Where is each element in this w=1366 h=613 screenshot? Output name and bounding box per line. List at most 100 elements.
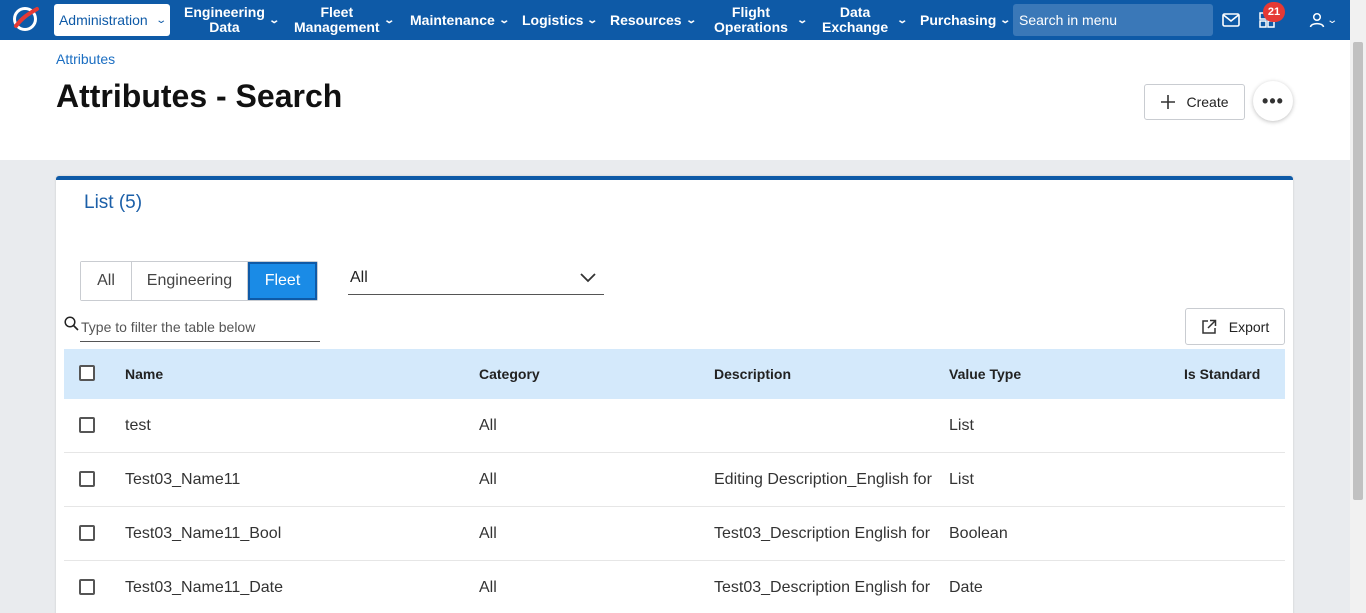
table-header-row: Name Category Description Value Type Is … [64, 349, 1285, 399]
cell-category: All [479, 416, 497, 434]
menu-search-input[interactable]: Search in menu [1013, 4, 1213, 36]
chevron-down-icon: ⌄ [796, 14, 808, 26]
nav-item-line1: Purchasing [920, 11, 997, 28]
segment-fleet[interactable]: Fleet [248, 262, 317, 300]
cell-value-type: List [949, 470, 974, 488]
table-row[interactable]: test All List [64, 399, 1285, 453]
user-icon [1310, 12, 1325, 28]
page-scrollbar[interactable] [1350, 0, 1366, 613]
nav-flight-operations-menu[interactable]: Flight Operations ⌄ [714, 0, 808, 40]
page-title: Attributes - Search [56, 78, 343, 114]
cell-category: All [479, 578, 497, 596]
cell-value-type: Boolean [949, 524, 1008, 542]
chevron-down-icon: ⌄ [498, 14, 510, 26]
nav-item-line2: Data [209, 19, 240, 35]
filter-input[interactable] [81, 319, 319, 335]
attributes-table: Name Category Description Value Type Is … [64, 349, 1285, 613]
cell-is-standard [1184, 561, 1284, 613]
cell-description: Editing Description_English for [714, 470, 932, 488]
cell-is-standard [1184, 399, 1284, 452]
row-checkbox[interactable] [79, 525, 95, 541]
top-nav-bar: Administration ⌄ Engineering Data ⌄ Fleet… [0, 0, 1350, 40]
column-header-is-standard[interactable]: Is Standard [1184, 349, 1260, 399]
notification-badge: 21 [1263, 2, 1285, 22]
breadcrumb[interactable]: Attributes [56, 51, 115, 67]
nav-engineering-data-menu[interactable]: Engineering Data ⌄ [184, 0, 280, 40]
cell-is-standard [1184, 507, 1284, 560]
scrollbar-thumb[interactable] [1353, 42, 1363, 500]
search-icon [64, 316, 79, 336]
chevron-down-icon: ⌄ [154, 14, 167, 26]
table-row[interactable]: Test03_Name11 All Editing Description_En… [64, 453, 1285, 507]
cell-name: Test03_Name11 [125, 470, 241, 488]
export-button-label: Export [1228, 318, 1270, 335]
column-header-description[interactable]: Description [714, 349, 791, 399]
more-options-button[interactable]: ••• [1253, 81, 1293, 121]
plus-icon [1161, 95, 1176, 109]
category-dropdown[interactable]: All [348, 262, 604, 295]
row-checkbox[interactable] [79, 417, 95, 433]
cell-value-type: List [949, 416, 974, 434]
cell-value-type: Date [949, 578, 983, 596]
nav-item-line2: Management [294, 19, 380, 35]
select-all-checkbox[interactable] [79, 365, 95, 381]
nav-resources-menu[interactable]: Resources ⌄ [610, 0, 697, 40]
cell-is-standard [1184, 453, 1284, 506]
chevron-down-icon: ⌄ [999, 14, 1012, 26]
nav-administration-menu[interactable]: Administration ⌄ [54, 4, 170, 36]
nav-item-line2: Operations [714, 19, 788, 35]
cell-description [714, 399, 934, 452]
create-button-label: Create [1186, 94, 1229, 110]
nav-fleet-management-menu[interactable]: Fleet Management ⌄ [294, 0, 395, 40]
chevron-down-icon: ⌄ [268, 14, 280, 26]
row-checkbox[interactable] [79, 471, 95, 487]
chevron-down-icon: ⌄ [382, 14, 395, 26]
segment-all[interactable]: All [81, 262, 132, 300]
cell-name: test [125, 416, 151, 434]
column-header-category[interactable]: Category [479, 349, 540, 399]
external-link-icon [1202, 319, 1217, 334]
nav-maintenance-menu[interactable]: Maintenance ⌄ [410, 0, 510, 40]
cell-description: Test03_Description English for t [714, 524, 934, 542]
chevron-down-icon: ⌄ [896, 14, 909, 26]
app-logo-icon[interactable] [10, 4, 40, 34]
nav-item-line2: Exchange [822, 19, 889, 35]
nav-item-line1: Flight [731, 4, 770, 20]
mail-icon[interactable] [1219, 8, 1243, 32]
chevron-down-icon: ⌄ [586, 14, 599, 26]
nav-logistics-menu[interactable]: Logistics ⌄ [522, 0, 599, 40]
page-header: Attributes Attributes - Search Create ••… [0, 40, 1350, 160]
export-button[interactable]: Export [1185, 308, 1285, 345]
nav-item-line1: Fleet [320, 4, 354, 20]
row-checkbox[interactable] [79, 579, 95, 595]
menu-search-placeholder: Search in menu [1019, 12, 1118, 28]
table-row[interactable]: Test03_Name11_Bool All Test03_Descriptio… [64, 507, 1285, 561]
nav-purchasing-menu[interactable]: Purchasing ⌄ [920, 0, 1012, 40]
nav-item-line1: Resources [610, 11, 682, 28]
column-header-value-type[interactable]: Value Type [949, 349, 1021, 399]
table-filter [64, 313, 320, 342]
nav-data-exchange-menu[interactable]: Data Exchange ⌄ [822, 0, 909, 40]
cell-description: Test03_Description English for t [714, 578, 934, 596]
chevron-down-icon: ⌄ [684, 14, 697, 26]
table-row[interactable]: Test03_Name11_Date All Test03_Descriptio… [64, 561, 1285, 613]
chevron-down-icon [580, 273, 596, 283]
nav-item-line1: Engineering [184, 4, 265, 20]
ellipsis-icon: ••• [1262, 90, 1284, 111]
cell-category: All [479, 524, 497, 542]
cell-name: Test03_Name11_Bool [125, 524, 282, 542]
dropdown-value: All [350, 269, 368, 286]
category-segmented-control: All Engineering Fleet [80, 261, 318, 301]
user-menu[interactable]: ⌄ [1306, 8, 1340, 32]
cell-name: Test03_Name11_Date [125, 578, 284, 596]
chevron-down-icon: ⌄ [1326, 14, 1339, 26]
create-button[interactable]: Create [1144, 84, 1245, 120]
list-title: List (5) [84, 192, 143, 213]
column-header-name[interactable]: Name [125, 349, 163, 399]
nav-item-line1: Data [839, 4, 871, 20]
segment-engineering[interactable]: Engineering [132, 262, 248, 300]
nav-item-line1: Logistics [522, 11, 584, 28]
nav-administration-label: Administration [58, 12, 148, 28]
cell-category: All [479, 470, 497, 488]
list-card: List (5) All Engineering Fleet All Expor… [56, 176, 1293, 613]
